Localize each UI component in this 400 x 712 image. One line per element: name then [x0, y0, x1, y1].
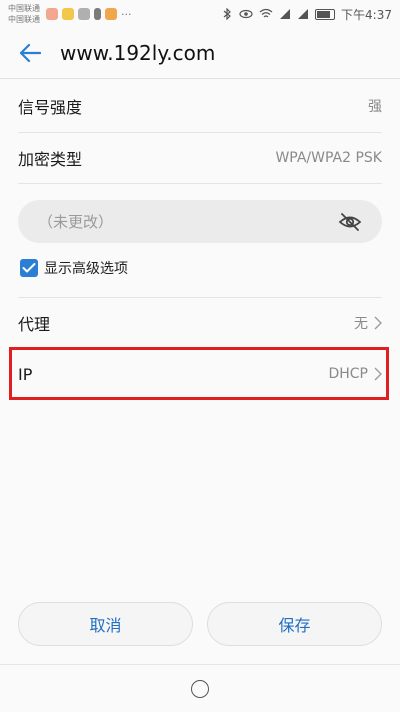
page-title: www.192ly.com — [60, 41, 216, 65]
checkbox-checked-icon — [20, 259, 38, 277]
eye-off-icon[interactable] — [338, 212, 362, 232]
ip-row[interactable]: IP DHCP — [18, 350, 382, 398]
ip-label: IP — [18, 364, 33, 384]
ip-value: DHCP — [328, 366, 368, 382]
more-notifications-icon: ··· — [121, 7, 132, 21]
security-type-value: WPA/WPA2 PSK — [275, 150, 382, 166]
status-bar: 中国联通 中国联通 ··· 下午4:37 — [0, 0, 400, 28]
eye-icon — [239, 9, 253, 19]
home-button-icon[interactable] — [191, 679, 209, 698]
status-left: 中国联通 中国联通 ··· — [8, 3, 132, 25]
carrier-1: 中国联通 — [8, 4, 40, 13]
signal-strength-label: 信号强度 — [18, 98, 83, 117]
app-bar: www.192ly.com — [0, 28, 400, 79]
app-notification-icon — [46, 8, 58, 20]
app-notification-icon — [105, 8, 117, 20]
divider — [18, 183, 382, 184]
security-type-row: 加密类型 WPA/WPA2 PSK — [18, 133, 382, 183]
back-arrow-icon — [19, 43, 41, 63]
chat-icon — [78, 8, 90, 20]
proxy-value: 无 — [354, 316, 368, 332]
advanced-options-label: 显示高级选项 — [44, 261, 128, 277]
carrier-labels: 中国联通 中国联通 — [8, 3, 40, 25]
ip-value-group: DHCP — [328, 366, 382, 382]
carrier-2: 中国联通 — [8, 15, 40, 24]
signal-icon — [280, 9, 291, 19]
status-right: 下午4:37 — [221, 6, 392, 23]
save-button[interactable]: 保存 — [207, 602, 382, 646]
signal-strength-value: 强 — [368, 99, 382, 115]
app-notification-icon — [62, 8, 74, 20]
signal-strength-row: 信号强度 强 — [18, 80, 382, 132]
navigation-bar — [0, 664, 400, 712]
back-button[interactable] — [0, 28, 60, 78]
divider — [18, 348, 382, 349]
bluetooth-icon — [223, 8, 231, 20]
cancel-button[interactable]: 取消 — [18, 602, 193, 646]
proxy-row[interactable]: 代理 无 — [18, 298, 382, 348]
password-input[interactable] — [36, 211, 290, 232]
advanced-options-checkbox[interactable]: 显示高级选项 — [20, 258, 128, 278]
wifi-icon — [259, 8, 273, 18]
proxy-value-group: 无 — [354, 313, 382, 333]
chevron-right-icon — [374, 316, 382, 330]
password-field-container — [18, 200, 382, 243]
signal-icon — [298, 9, 309, 19]
proxy-label: 代理 — [18, 315, 51, 334]
security-type-label: 加密类型 — [18, 150, 83, 169]
battery-icon — [315, 8, 336, 20]
chevron-right-icon — [374, 367, 382, 381]
clipboard-icon — [94, 8, 101, 20]
notification-icons: ··· — [46, 8, 132, 21]
status-time: 下午4:37 — [341, 7, 392, 22]
